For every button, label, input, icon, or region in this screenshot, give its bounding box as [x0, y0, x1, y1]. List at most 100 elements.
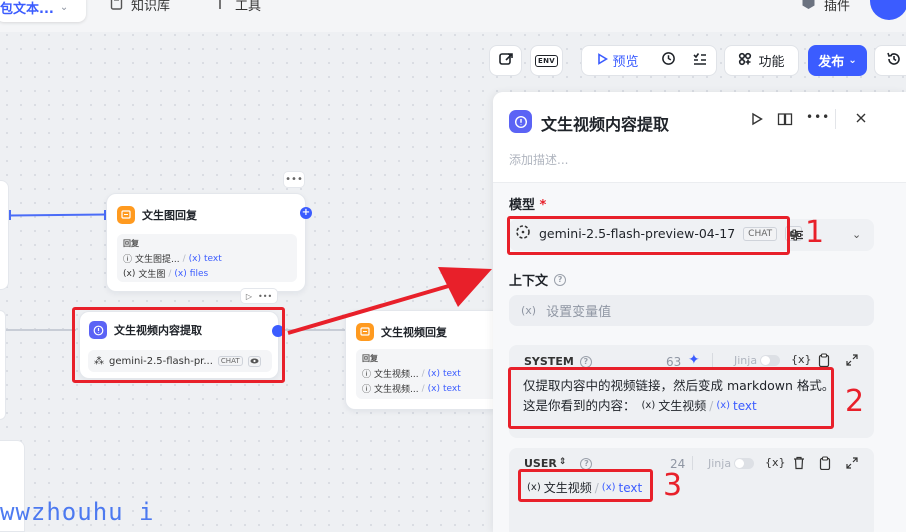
- close-button[interactable]: [854, 111, 868, 128]
- separator: /: [421, 383, 425, 394]
- checklist-button[interactable]: [685, 46, 716, 75]
- nav-knowledge-label: 知识库: [131, 0, 171, 14]
- preview-label: 预览: [612, 55, 639, 70]
- expand-icon: [846, 354, 858, 369]
- run-node-button[interactable]: [750, 112, 764, 129]
- clock-icon: [661, 51, 676, 70]
- model-settings-button[interactable]: [790, 228, 804, 245]
- edge-start-marker: [9, 210, 11, 220]
- var-type: text: [443, 383, 461, 394]
- nav-tools[interactable]: 工具: [213, 0, 261, 14]
- var-type-prefix: (x): [427, 383, 441, 394]
- expand-button[interactable]: [846, 457, 858, 472]
- nav-tools-label: 工具: [235, 0, 262, 14]
- jinja-toggle[interactable]: Jinja: [734, 354, 781, 367]
- docs-button[interactable]: [777, 112, 793, 129]
- publish-label: 发布: [818, 55, 845, 70]
- variable-placeholder: 设置变量值: [546, 305, 612, 320]
- exit-icon: [498, 51, 514, 71]
- publish-button[interactable]: 发布 ⌄: [808, 45, 867, 76]
- features-button[interactable]: 功能: [724, 45, 799, 76]
- reply-row: (x) 文生图 / (x) files: [123, 266, 291, 281]
- trash-icon: [793, 456, 805, 473]
- copy-button[interactable]: [819, 456, 831, 473]
- toggle-switch: [734, 458, 755, 469]
- node-title-row: 文生图回复: [117, 206, 197, 224]
- jinja-toggle[interactable]: Jinja: [708, 457, 755, 470]
- expand-icon: [846, 457, 858, 472]
- chevron-down-icon: ⌄: [848, 55, 857, 66]
- divider: [835, 109, 836, 129]
- project-name: 包文本...: [0, 1, 54, 17]
- context-variable-field[interactable]: (x) 设置变量值: [509, 295, 874, 326]
- grid-icon: [738, 52, 752, 70]
- partial-node-left-mid[interactable]: [0, 310, 6, 420]
- partial-node-left-top[interactable]: [0, 180, 9, 290]
- separator: /: [168, 268, 172, 279]
- history-run-button[interactable]: [653, 46, 684, 75]
- play-icon: [597, 52, 608, 69]
- checklist-icon: [693, 52, 707, 70]
- help-icon[interactable]: ?: [554, 273, 567, 286]
- nav-plugins[interactable]: 插件: [801, 0, 850, 14]
- more-icon: •••: [806, 110, 831, 124]
- run-node-icon[interactable]: ▷: [246, 292, 252, 301]
- jinja-label: Jinja: [734, 354, 758, 367]
- more-button[interactable]: •••: [806, 110, 830, 124]
- help-icon[interactable]: ?: [580, 457, 593, 470]
- chevron-down-icon: ⌄: [59, 1, 69, 13]
- panel-header: [493, 92, 906, 183]
- reply-row: ⓘ 文生视频... / (x) text: [362, 381, 500, 396]
- insert-variable-button[interactable]: {x}: [765, 456, 786, 469]
- env-icon: ENV: [535, 54, 558, 67]
- annotation-box-system: [508, 367, 834, 429]
- nav-knowledge[interactable]: 知识库: [110, 0, 170, 14]
- expand-button[interactable]: [846, 354, 858, 369]
- project-selector[interactable]: 包文本... ⌄: [0, 0, 86, 22]
- features-label: 功能: [758, 55, 785, 70]
- annotation-arrow: [287, 267, 492, 335]
- separator: /: [182, 253, 186, 264]
- model-expand-button[interactable]: ⌄: [852, 228, 861, 241]
- info-icon: ⓘ: [362, 370, 372, 380]
- reply-icon: [117, 206, 135, 224]
- node-mini-toolbar: ▷ •••: [240, 288, 278, 304]
- required-mark: *: [539, 198, 547, 213]
- panel-title[interactable]: 文生视频内容提取: [541, 111, 669, 135]
- more-icon[interactable]: •••: [258, 292, 272, 301]
- var-type: files: [189, 268, 209, 279]
- reply-row: ⓘ 文生视频... / (x) text: [362, 366, 500, 381]
- version-history-button[interactable]: [874, 45, 906, 76]
- cube-icon: [801, 0, 816, 14]
- tool-icon: [213, 0, 227, 14]
- annotation-box-model: [507, 216, 790, 255]
- var-type-prefix: (x): [188, 253, 202, 264]
- model-section-label: 模型 *: [509, 194, 546, 213]
- exit-button[interactable]: [489, 45, 522, 76]
- var-name: 文生图: [138, 270, 166, 280]
- insert-variable-button[interactable]: {x}: [791, 353, 812, 366]
- help-icon[interactable]: ?: [579, 355, 592, 368]
- reply-section-label: 回复: [362, 354, 378, 363]
- description-input[interactable]: 添加描述...: [509, 151, 568, 168]
- env-button[interactable]: ENV: [530, 45, 563, 76]
- var-type-prefix: (x): [427, 368, 441, 379]
- toggle-switch: [760, 355, 781, 366]
- chevron-down-icon: ⌄: [852, 228, 862, 241]
- nav-plugins-label: 插件: [824, 0, 851, 14]
- edge-to-video-extract: [0, 329, 76, 331]
- ai-generate-button[interactable]: ✦: [688, 352, 700, 368]
- var-type: text: [204, 253, 222, 264]
- node-reply-body: 回复 ⓘ 文生图提... / (x) text (x) 文生图 / (x) fi…: [117, 234, 297, 282]
- add-output-port[interactable]: +: [300, 207, 312, 219]
- node-image-reply[interactable]: 文生图回复 + 回复 ⓘ 文生图提... / (x) text (x) 文生图 …: [106, 193, 312, 292]
- more-icon: •••: [285, 174, 303, 185]
- delete-button[interactable]: [793, 456, 805, 473]
- var-type: text: [443, 368, 461, 379]
- node-more-menu[interactable]: •••: [283, 171, 305, 188]
- reply-row: ⓘ 文生图提... / (x) text: [123, 251, 291, 266]
- jinja-label: Jinja: [708, 457, 732, 470]
- preview-button[interactable]: 预览: [582, 46, 653, 75]
- info-icon: ⓘ: [362, 385, 372, 395]
- watermark: wwzhouhu i: [0, 498, 155, 526]
